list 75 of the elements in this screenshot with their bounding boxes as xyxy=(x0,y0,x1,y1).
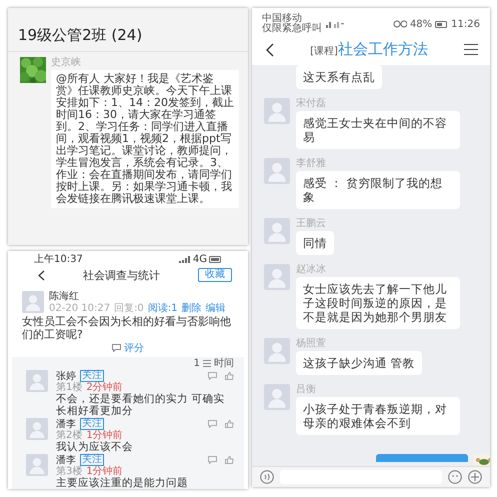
message-bubble: 女士应该先去了解一下他儿子这段时间叛逆的原因，是不是就是因为她那个男朋友 xyxy=(296,277,460,329)
comment-icon[interactable] xyxy=(208,372,217,380)
avatar-icon xyxy=(26,418,48,440)
signal-icon xyxy=(178,256,191,262)
sender-name: 史京峡 xyxy=(51,57,81,68)
comment-icon[interactable] xyxy=(208,420,217,428)
post-time: 02-20 10:27 xyxy=(49,303,110,314)
network-label: 4G xyxy=(192,254,207,264)
message-bubble: 感受 ： 贫穷限制了我的想象 xyxy=(296,171,460,209)
comment-icon xyxy=(112,344,121,352)
carrier-label: 中国移动 xyxy=(262,14,302,24)
sender-name: 吕衡 xyxy=(296,384,316,395)
floor-number: 第3楼 xyxy=(56,466,82,477)
status-time: 11:26 xyxy=(451,18,480,30)
thumbs-up-icon[interactable] xyxy=(225,420,234,428)
read-count: 阅读:1 xyxy=(148,303,178,314)
favorite-button[interactable]: 收藏 xyxy=(198,268,232,282)
list-icon xyxy=(203,360,211,366)
action-link[interactable]: 编辑 xyxy=(206,303,226,314)
signal-icon xyxy=(326,20,344,28)
sender-name: 王鹏云 xyxy=(296,218,326,229)
chat-title: [课程]社会工作方法 xyxy=(310,40,428,59)
commenter-name: 潘李 xyxy=(56,454,76,466)
sort-count: 1 xyxy=(194,358,200,368)
commenter-name: 张婷 xyxy=(56,370,76,382)
author-name: 陈海红 xyxy=(49,290,79,303)
avatar-icon xyxy=(22,290,44,312)
comment-text: 主要应该注重的是能力问题 xyxy=(56,477,189,489)
avatar-icon xyxy=(26,370,48,392)
chat-title: 19级公管2班 (24) xyxy=(17,25,144,46)
message-bubble: 小孩子处于青春叛逆期，对母亲的艰难体会不到 xyxy=(296,397,460,435)
menu-icon[interactable] xyxy=(464,44,478,55)
page-title: 社会调查与统计 xyxy=(83,268,160,282)
voice-icon[interactable] xyxy=(260,470,274,484)
message-bubble: @所有人 大家好！我是《艺术鉴赏》任课教师史京峡。今天下午上课安排如下：1、14：20发签到，截止时间16：30，请大家在学习通签到。2、学习任务：同学们进入直播间，观看视频1，视频2，根据ppt写出学习笔记。课堂讨论，教师提问，学生冒泡发言，系统会有记录。3、作业：会在直播期间发布，请同学们按时上课。另：如果学习通卡顿，我会发链接在腾讯极速课堂上课。 xyxy=(51,70,239,208)
sort-option[interactable]: 时间 xyxy=(214,356,234,370)
status-time: 上午10:37 xyxy=(34,252,83,266)
message-bubble: 这孩子缺少沟通 管教 xyxy=(296,351,422,375)
floor-number: 第1楼 xyxy=(56,382,82,393)
sender-name: 赵冰冰 xyxy=(296,264,326,275)
carrier-label: 仅限紧急呼叫 xyxy=(262,24,322,34)
comment-time: 1分钟前 xyxy=(86,466,123,477)
thumbs-up-icon[interactable] xyxy=(225,372,234,380)
message-bubble: 这天系有点乱 xyxy=(296,65,382,89)
avatar-icon xyxy=(264,338,290,364)
question-text: 女性员工会不会因为长相的好看与否影响他们的工资呢? xyxy=(21,314,232,341)
comment-icon[interactable] xyxy=(208,456,217,464)
message-bubble: 感觉王女士夹在中间的不容易 xyxy=(296,111,460,149)
sender-name: 杨照萱 xyxy=(296,338,326,349)
avatar-icon xyxy=(26,454,48,476)
commenter-name: 潘李 xyxy=(56,418,76,430)
reply-count: 回复:0 xyxy=(114,303,144,314)
back-icon[interactable] xyxy=(266,42,274,56)
battery-icon xyxy=(435,20,448,28)
sender-name: 宋付磊 xyxy=(296,98,326,109)
avatar-icon xyxy=(264,218,290,244)
emoji-icon[interactable] xyxy=(448,470,462,484)
avatar-icon xyxy=(264,158,290,184)
battery-icon xyxy=(209,256,222,262)
comment-text: 我认为应该不会 xyxy=(56,441,134,453)
avatar-icon xyxy=(264,264,290,290)
sender-name: 李舒雅 xyxy=(296,158,326,169)
thumbs-up-icon[interactable] xyxy=(225,456,234,464)
action-link[interactable]: 删除 xyxy=(182,303,202,314)
comment-text: 不会，还是要看她们的实力 可确实长相好看更加分 xyxy=(56,393,226,417)
battery-percent: 48% xyxy=(410,18,432,30)
message-bubble: 同情 xyxy=(296,231,334,255)
back-icon[interactable] xyxy=(38,270,45,280)
avatar-icon xyxy=(264,98,290,124)
add-icon[interactable] xyxy=(468,470,482,484)
comment-time: 1分钟前 xyxy=(86,430,123,441)
rate-link[interactable]: 评分 xyxy=(124,341,144,355)
floor-number: 第2楼 xyxy=(56,430,82,441)
avatar-icon xyxy=(264,384,290,410)
comment-time: 2分钟前 xyxy=(86,382,123,393)
